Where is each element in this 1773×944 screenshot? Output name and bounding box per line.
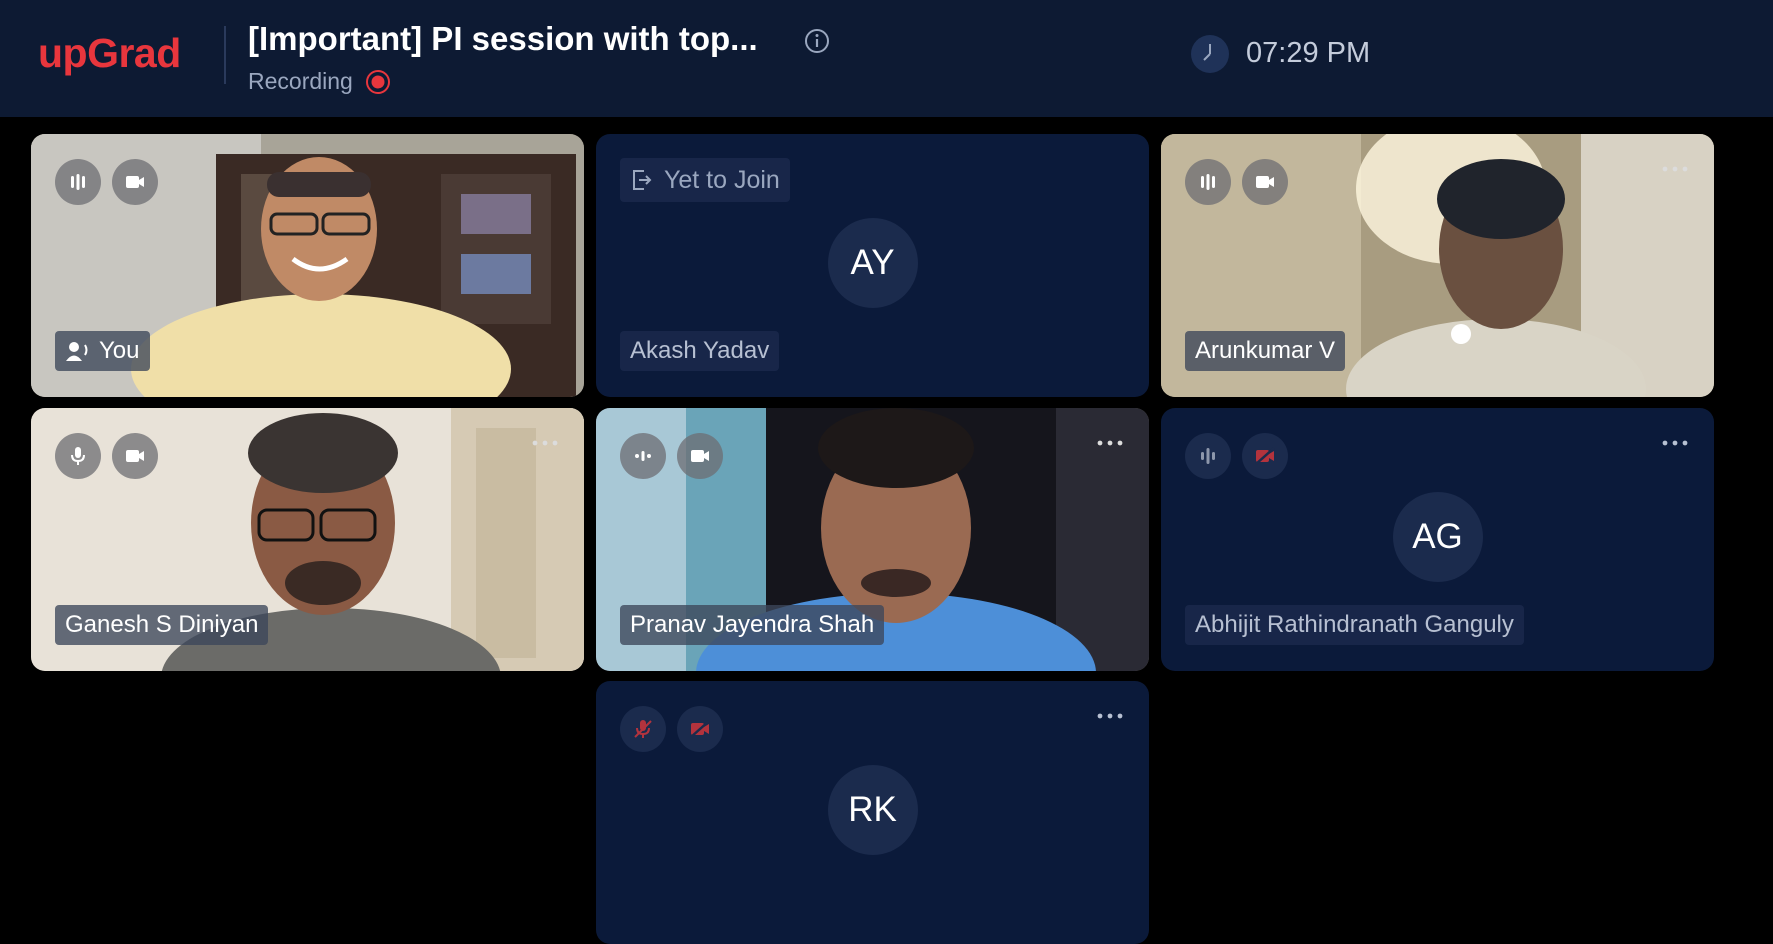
audio-level-icon bbox=[71, 174, 85, 190]
participant-name: Arunkumar V bbox=[1195, 337, 1336, 364]
header-divider bbox=[224, 26, 226, 84]
camera-icon bbox=[691, 450, 709, 462]
mic-icon bbox=[71, 447, 85, 465]
camera-off-icon bbox=[690, 720, 710, 738]
more-options-icon[interactable] bbox=[1095, 436, 1125, 450]
participant-tile-akash-yadav[interactable]: Yet to Join AY Akash Yadav bbox=[596, 134, 1149, 397]
session-title: [Important] PI session with top... bbox=[248, 20, 758, 57]
camera-button[interactable] bbox=[1242, 159, 1288, 205]
top-bar: upGrad [Important] PI session with top..… bbox=[0, 0, 1773, 117]
recording-label: Recording bbox=[248, 68, 353, 94]
audio-level-button[interactable] bbox=[1185, 159, 1231, 205]
participant-name: Pranav Jayendra Shah bbox=[630, 611, 875, 638]
participant-tile-you[interactable]: You bbox=[31, 134, 584, 397]
audio-level-icon bbox=[1201, 174, 1215, 190]
participant-tile-ganesh-s-diniyan[interactable]: Ganesh S Diniyan bbox=[31, 408, 584, 671]
participant-name-tag: You bbox=[55, 331, 150, 371]
yet-to-join-label: Yet to Join bbox=[664, 165, 780, 194]
mic-button[interactable] bbox=[55, 433, 101, 479]
avatar: RK bbox=[827, 764, 918, 855]
audio-level-button[interactable] bbox=[620, 433, 666, 479]
clock-icon bbox=[1191, 35, 1229, 73]
camera-icon bbox=[126, 176, 144, 188]
camera-button[interactable] bbox=[677, 433, 723, 479]
camera-off-button[interactable] bbox=[677, 706, 723, 752]
yet-to-join-badge: Yet to Join bbox=[620, 158, 790, 202]
more-options-icon[interactable] bbox=[1095, 709, 1125, 723]
avatar: AG bbox=[1392, 491, 1483, 582]
participant-name-tag: Akash Yadav bbox=[620, 331, 780, 371]
participant-name-tag: Pranav Jayendra Shah bbox=[620, 605, 885, 645]
mic-off-icon bbox=[634, 720, 652, 738]
recording-dot-icon bbox=[366, 70, 390, 94]
participant-name-tag: Abhijit Rathindranath Ganguly bbox=[1185, 605, 1524, 645]
participant-tile-pranav-jayendra-shah[interactable]: Pranav Jayendra Shah bbox=[596, 408, 1149, 671]
camera-icon bbox=[126, 450, 144, 462]
audio-level-icon bbox=[635, 451, 651, 461]
participant-name-tag: Ganesh S Diniyan bbox=[55, 605, 269, 645]
camera-button[interactable] bbox=[112, 159, 158, 205]
upgrad-logo: upGrad bbox=[38, 30, 181, 76]
mic-off-button[interactable] bbox=[620, 706, 666, 752]
participant-tile-arunkumar-v[interactable]: Arunkumar V bbox=[1161, 134, 1714, 397]
participant-name: Ganesh S Diniyan bbox=[65, 611, 259, 638]
speaking-icon bbox=[66, 342, 88, 361]
participant-name: Akash Yadav bbox=[630, 337, 770, 364]
clock-time: 07:29 PM bbox=[1246, 37, 1371, 69]
participant-name: Abhijit Rathindranath Ganguly bbox=[1195, 611, 1514, 638]
participant-tile-rk[interactable]: RK bbox=[596, 681, 1149, 944]
audio-level-button[interactable] bbox=[1185, 433, 1231, 479]
camera-icon bbox=[1256, 176, 1274, 188]
camera-off-icon bbox=[1255, 447, 1275, 465]
participant-tile-abhijit-rathindranath-ganguly[interactable]: AG Abhijit Rathindranath Ganguly bbox=[1161, 408, 1714, 671]
avatar: AY bbox=[827, 217, 918, 308]
more-options-icon[interactable] bbox=[530, 436, 560, 450]
camera-button[interactable] bbox=[112, 433, 158, 479]
info-icon[interactable] bbox=[804, 28, 830, 54]
participant-name: You bbox=[99, 337, 140, 364]
more-options-icon[interactable] bbox=[1660, 436, 1690, 450]
audio-level-button[interactable] bbox=[55, 159, 101, 205]
participant-name-tag: Arunkumar V bbox=[1185, 331, 1346, 371]
audio-level-icon bbox=[1201, 448, 1215, 464]
camera-off-button[interactable] bbox=[1242, 433, 1288, 479]
exit-icon bbox=[633, 170, 652, 190]
more-options-icon[interactable] bbox=[1660, 162, 1690, 176]
